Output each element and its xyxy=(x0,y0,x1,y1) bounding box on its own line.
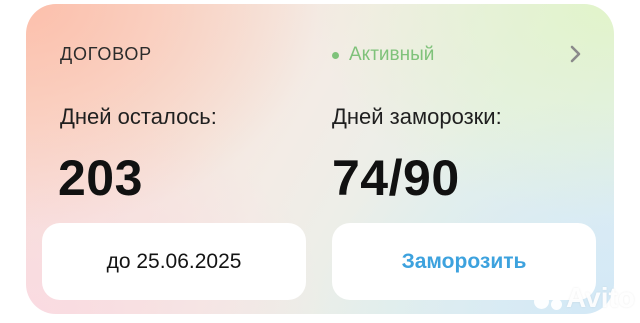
end-date-button[interactable]: до 25.06.2025 xyxy=(42,223,306,300)
contract-label: ДОГОВОР xyxy=(60,44,152,64)
freeze-days-caption: Дней заморозки: xyxy=(332,104,502,129)
avito-logo-icon xyxy=(534,285,562,311)
days-left-caption: Дней осталось: xyxy=(60,104,217,129)
contract-status: Активный xyxy=(332,44,434,66)
status-dot-icon xyxy=(332,51,339,59)
freeze-button-label: Заморозить xyxy=(401,249,527,273)
end-date-label: до 25.06.2025 xyxy=(106,249,242,273)
avito-watermark: Avito xyxy=(534,282,635,314)
contract-card[interactable]: ДОГОВОР Активный Дней осталось: 203 Дней… xyxy=(26,4,614,314)
freeze-days-value: 74/90 xyxy=(332,150,460,206)
chevron-right-icon[interactable] xyxy=(566,43,586,65)
watermark-text: Avito xyxy=(566,282,635,313)
status-text: Активный xyxy=(349,44,435,65)
days-left-value: 203 xyxy=(58,150,143,206)
